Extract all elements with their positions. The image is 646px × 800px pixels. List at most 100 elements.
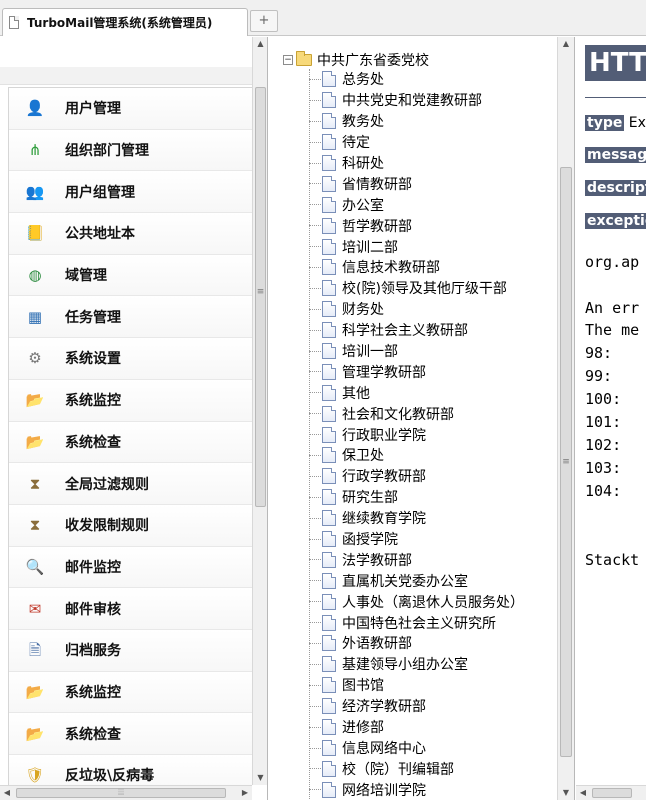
- tree-node[interactable]: 外语教研部: [309, 633, 569, 654]
- tree-node[interactable]: 中共党史和党建教研部: [309, 90, 569, 111]
- tree-node[interactable]: 校(院)领导及其他厅级干部: [309, 278, 569, 299]
- sidebar-item[interactable]: ⧗ 收发限制规则: [9, 504, 252, 547]
- scroll-left-arrow-icon[interactable]: ◀: [0, 786, 14, 800]
- page-icon: [322, 92, 336, 109]
- tab-strip: TurboMail管理系统(系统管理员) +: [0, 0, 646, 36]
- page-icon: [322, 322, 336, 339]
- tree-node[interactable]: 中国特色社会主义研究所: [309, 612, 569, 633]
- tree-node-label: 培训二部: [342, 239, 398, 256]
- tree-root-node[interactable]: − 中共广东省委党校: [283, 50, 429, 70]
- tree-node[interactable]: 校（院）刊编辑部: [309, 758, 569, 779]
- page-icon: [322, 71, 336, 88]
- sidebar-item[interactable]: 📂 系统监控: [9, 671, 252, 714]
- tree-node[interactable]: 信息网络中心: [309, 738, 569, 759]
- sidebar-item[interactable]: 👥 用户组管理: [9, 171, 252, 214]
- sidebar-item[interactable]: ▦ 任务管理: [9, 296, 252, 339]
- new-tab-button[interactable]: +: [250, 10, 278, 32]
- scroll-up-arrow-icon[interactable]: ▲: [558, 37, 574, 51]
- page-icon: [322, 551, 336, 568]
- tree-node[interactable]: 培训二部: [309, 236, 569, 257]
- sidebar-item[interactable]: ✉ 邮件审核: [9, 588, 252, 630]
- tree-node-label: 中共党史和党建教研部: [342, 93, 482, 110]
- tree-node[interactable]: 待定: [309, 132, 569, 153]
- tree-node[interactable]: 省情教研部: [309, 173, 569, 194]
- tree-node[interactable]: 经济学教研部: [309, 696, 569, 717]
- tree-node[interactable]: 财务处: [309, 299, 569, 320]
- tree-node[interactable]: 法学教研部: [309, 549, 569, 570]
- collapse-icon[interactable]: −: [283, 55, 293, 65]
- page-icon: [322, 405, 336, 422]
- tree-node[interactable]: 教务处: [309, 111, 569, 132]
- scroll-down-arrow-icon[interactable]: ▼: [558, 786, 574, 800]
- page-icon: [322, 614, 336, 631]
- tree-node[interactable]: 办公室: [309, 194, 569, 215]
- tree-node[interactable]: 信息技术教研部: [309, 257, 569, 278]
- menu-vertical-scrollbar[interactable]: ▲ ≡ ▼: [252, 37, 267, 785]
- tree-node-label: 管理学教研部: [342, 364, 426, 381]
- scroll-up-arrow-icon[interactable]: ▲: [253, 37, 267, 51]
- error-type-row: type Exc: [585, 115, 646, 131]
- tree-node[interactable]: 进修部: [309, 717, 569, 738]
- sidebar-item[interactable]: ⚙ 系统设置: [9, 338, 252, 380]
- tree-node[interactable]: 继续教育学院: [309, 508, 569, 529]
- tree-node[interactable]: 培训一部: [309, 341, 569, 362]
- tree-node-label: 省情教研部: [342, 176, 412, 193]
- sidebar-item[interactable]: ◍ 域管理: [9, 254, 252, 297]
- mail-search-icon: 🔍: [25, 557, 45, 576]
- tree-node[interactable]: 科研处: [309, 153, 569, 174]
- menu-scroll-thumb[interactable]: ≡: [255, 87, 266, 507]
- tree-node[interactable]: 哲学教研部: [309, 215, 569, 236]
- page-icon: [322, 510, 336, 527]
- sidebar-item[interactable]: 🛡 反垃圾\反病毒: [9, 755, 252, 785]
- scroll-down-arrow-icon[interactable]: ▼: [253, 771, 267, 785]
- sidebar-item[interactable]: ⧗ 全局过滤规则: [9, 463, 252, 505]
- sidebar-item-label: 归档服务: [65, 643, 121, 660]
- page-icon: [322, 635, 336, 652]
- scroll-left-arrow-icon[interactable]: ◀: [576, 786, 590, 800]
- tree-node[interactable]: 直属机关党委办公室: [309, 570, 569, 591]
- sidebar-item[interactable]: ⋔ 组织部门管理: [9, 129, 252, 172]
- tree-node[interactable]: 基建领导小组办公室: [309, 654, 569, 675]
- exception-class: org.ap: [585, 253, 640, 271]
- tree-node[interactable]: 其他: [309, 382, 569, 403]
- tree-node[interactable]: 总务处: [309, 69, 569, 90]
- tree-node[interactable]: 保卫处: [309, 445, 569, 466]
- department-tree-pane: − 中共广东省委党校 总务处中共党史和党建教研部 教务处 待定 科研处省情教研部 办公室…: [269, 37, 575, 800]
- menu-horizontal-scrollbar[interactable]: ◀ ⦙⦙⦙ ▶: [0, 785, 252, 800]
- tab-turbomail[interactable]: TurboMail管理系统(系统管理员): [2, 8, 248, 36]
- type-value: Exc: [628, 115, 646, 131]
- page-icon: [322, 447, 336, 464]
- open-folder-icon: [296, 51, 312, 66]
- sidebar-item-label: 用户组管理: [65, 184, 135, 201]
- page-icon: [322, 593, 336, 610]
- exception-detail-line: 99:: [585, 367, 613, 385]
- exception-detail-line: 102:: [585, 436, 622, 454]
- tree-node[interactable]: 网络培训学院: [309, 779, 569, 800]
- error-hscroll-thumb[interactable]: [592, 788, 632, 798]
- tree-scroll-thumb[interactable]: ≡: [560, 167, 572, 757]
- tree-node[interactable]: 科学社会主义教研部: [309, 320, 569, 341]
- menu-hscroll-thumb[interactable]: ⦙⦙⦙: [16, 788, 226, 798]
- tree-node[interactable]: 研究生部: [309, 487, 569, 508]
- sidebar-item[interactable]: 🗎 归档服务: [9, 629, 252, 672]
- sidebar-item-label: 全局过滤规则: [65, 476, 149, 493]
- shield-icon: 🛡: [25, 766, 45, 785]
- tree-node[interactable]: 行政学教研部: [309, 466, 569, 487]
- sidebar-item-label: 系统监控: [65, 393, 121, 410]
- sidebar-item[interactable]: 📂 系统监控: [9, 379, 252, 422]
- error-horizontal-scrollbar[interactable]: ◀: [576, 785, 646, 800]
- sidebar-item[interactable]: 📂 系统检查: [9, 713, 252, 755]
- sidebar-item[interactable]: 👤 用户管理: [9, 88, 252, 130]
- tree-vertical-scrollbar[interactable]: ▲ ≡ ▼: [557, 37, 574, 800]
- tab-title: TurboMail管理系统(系统管理员): [27, 16, 213, 30]
- tree-node[interactable]: 管理学教研部: [309, 361, 569, 382]
- tree-node[interactable]: 人事处（离退休人员服务处）: [309, 591, 569, 612]
- tree-node[interactable]: 社会和文化教研部: [309, 403, 569, 424]
- sidebar-item[interactable]: 📒 公共地址本: [9, 213, 252, 255]
- sidebar-item[interactable]: 🔍 邮件监控: [9, 546, 252, 589]
- tree-node[interactable]: 图书馆: [309, 675, 569, 696]
- scroll-right-arrow-icon[interactable]: ▶: [238, 786, 252, 800]
- tree-node[interactable]: 函授学院: [309, 529, 569, 550]
- tree-node[interactable]: 行政职业学院: [309, 424, 569, 445]
- sidebar-item[interactable]: 📂 系统检查: [9, 421, 252, 464]
